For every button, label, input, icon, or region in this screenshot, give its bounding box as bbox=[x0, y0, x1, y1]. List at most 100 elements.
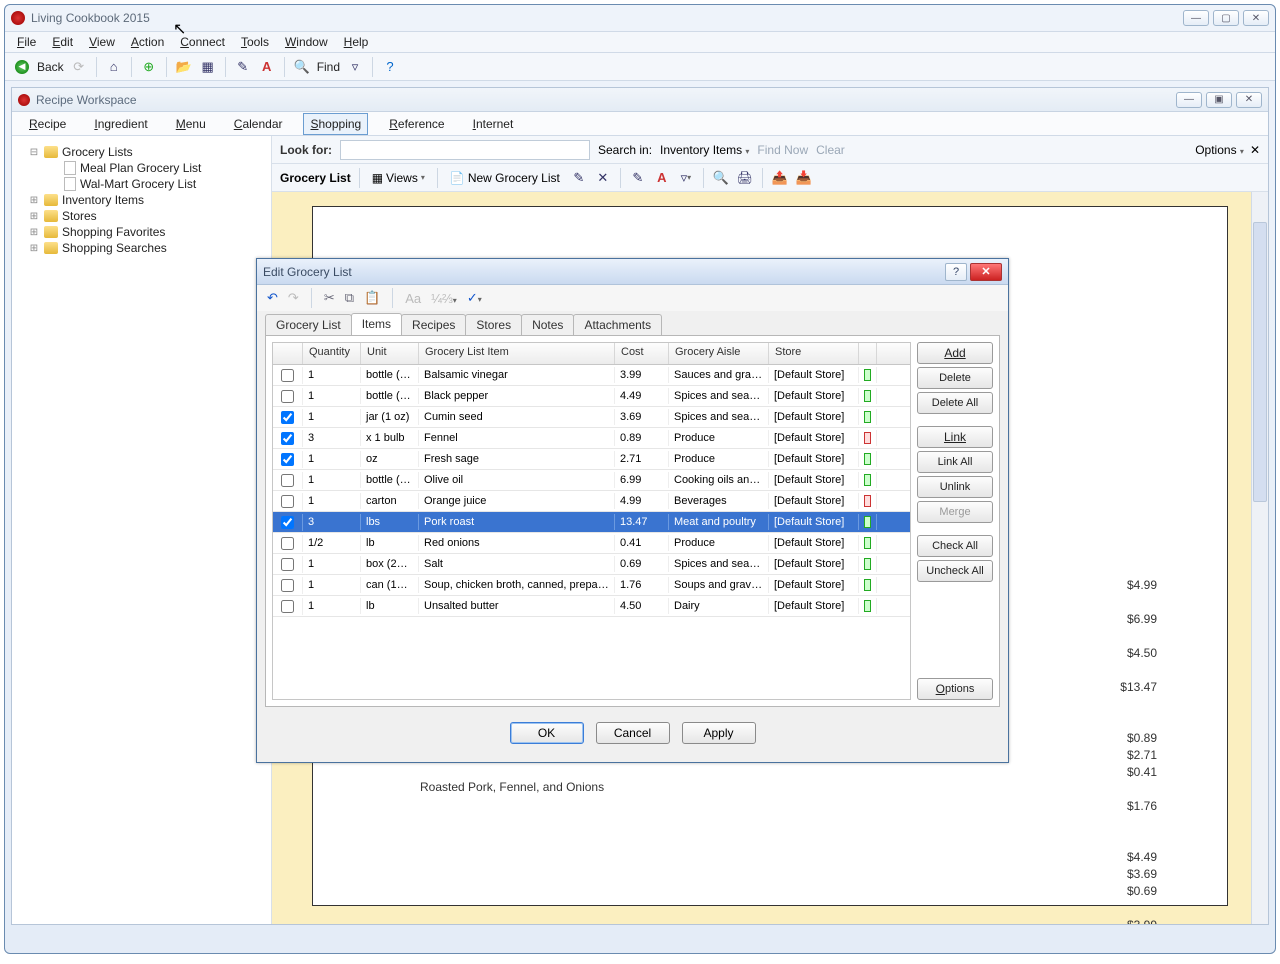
row-checkbox[interactable] bbox=[281, 537, 294, 550]
tab-stores[interactable]: Stores bbox=[465, 314, 522, 335]
ws-close-button[interactable]: ✕ bbox=[1236, 92, 1262, 108]
ws-minimize-button[interactable]: — bbox=[1176, 92, 1202, 108]
tree-item-inventory[interactable]: ⊞Inventory Items bbox=[16, 192, 267, 208]
open-icon[interactable]: 📂 bbox=[175, 58, 193, 76]
options-button[interactable]: Options bbox=[917, 678, 993, 700]
col-store[interactable]: Store bbox=[769, 343, 859, 364]
redo-icon[interactable]: ↷ bbox=[288, 290, 299, 306]
tab-grocery-list[interactable]: Grocery List bbox=[265, 314, 352, 335]
cut-icon[interactable]: ✂ bbox=[324, 290, 335, 306]
row-checkbox[interactable] bbox=[281, 579, 294, 592]
ws-menu-calendar[interactable]: Calendar bbox=[227, 113, 290, 135]
link-button[interactable]: Link bbox=[917, 426, 993, 448]
tree-item-searches[interactable]: ⊞Shopping Searches bbox=[16, 240, 267, 256]
delete-button[interactable]: Delete bbox=[917, 367, 993, 389]
tree-item-meal-plan[interactable]: Meal Plan Grocery List bbox=[16, 160, 267, 176]
help-icon[interactable]: ? bbox=[381, 58, 399, 76]
tree-item-favorites[interactable]: ⊞Shopping Favorites bbox=[16, 224, 267, 240]
tab-attachments[interactable]: Attachments bbox=[573, 314, 662, 335]
print-icon[interactable]: 🖨 bbox=[736, 169, 754, 187]
menu-help[interactable]: Help bbox=[344, 35, 369, 49]
case-icon[interactable]: Aa bbox=[405, 291, 421, 306]
delete-all-button[interactable]: Delete All bbox=[917, 392, 993, 414]
spellcheck-icon[interactable]: ✓▾ bbox=[467, 290, 482, 306]
font-icon-2[interactable]: A bbox=[653, 169, 671, 187]
home-icon[interactable]: ⌂ bbox=[105, 58, 123, 76]
maximize-button[interactable]: ▢ bbox=[1213, 10, 1239, 26]
binoculars-icon[interactable]: 🔍 bbox=[293, 58, 311, 76]
preview-icon[interactable]: 🔍 bbox=[712, 169, 730, 187]
link-all-button[interactable]: Link All bbox=[917, 451, 993, 473]
search-input[interactable] bbox=[340, 140, 590, 160]
tab-items[interactable]: Items bbox=[351, 313, 402, 335]
menu-connect[interactable]: Connect bbox=[180, 35, 225, 49]
check-all-button[interactable]: Check All bbox=[917, 535, 993, 557]
apply-button[interactable]: Apply bbox=[682, 722, 756, 744]
col-aisle[interactable]: Grocery Aisle bbox=[669, 343, 769, 364]
tab-notes[interactable]: Notes bbox=[521, 314, 574, 335]
font-icon[interactable]: A bbox=[258, 58, 276, 76]
paste-icon[interactable]: 📋 bbox=[364, 290, 380, 306]
fraction-icon[interactable]: ¼⅔▾ bbox=[431, 291, 457, 306]
menu-view[interactable]: View bbox=[89, 35, 115, 49]
back-label[interactable]: Back bbox=[37, 60, 64, 74]
edit-icon[interactable]: ✎ bbox=[234, 58, 252, 76]
table-row[interactable]: 1bottle (8....Balsamic vinegar3.99Sauces… bbox=[273, 365, 910, 386]
back-icon[interactable]: ◀ bbox=[13, 58, 31, 76]
table-row[interactable]: 3lbsPork roast13.47Meat and poultry[Defa… bbox=[273, 512, 910, 533]
filter-dropdown-icon[interactable]: ▿▾ bbox=[677, 169, 695, 187]
row-checkbox[interactable] bbox=[281, 600, 294, 613]
grid-icon[interactable]: ▦ bbox=[199, 58, 217, 76]
ws-menu-internet[interactable]: Internet bbox=[466, 113, 521, 135]
table-row[interactable]: 1/2lbRed onions0.41Produce[Default Store… bbox=[273, 533, 910, 554]
table-row[interactable]: 1ozFresh sage2.71Produce[Default Store] bbox=[273, 449, 910, 470]
undo-icon[interactable]: ↶ bbox=[267, 290, 278, 306]
clear-button[interactable]: Clear bbox=[816, 143, 845, 157]
menu-action[interactable]: Action bbox=[131, 35, 164, 49]
table-row[interactable]: 1lbUnsalted butter4.50Dairy[Default Stor… bbox=[273, 596, 910, 617]
tree-item-walmart[interactable]: Wal-Mart Grocery List bbox=[16, 176, 267, 192]
table-row[interactable]: 1bottle (1...Olive oil6.99Cooking oils a… bbox=[273, 470, 910, 491]
row-checkbox[interactable] bbox=[281, 432, 294, 445]
col-quantity[interactable]: Quantity bbox=[303, 343, 361, 364]
tree-item-stores[interactable]: ⊞Stores bbox=[16, 208, 267, 224]
filter-icon[interactable]: ▿ bbox=[346, 58, 364, 76]
ws-menu-ingredient[interactable]: Ingredient bbox=[87, 113, 154, 135]
row-checkbox[interactable] bbox=[281, 453, 294, 466]
close-search-icon[interactable]: ✕ bbox=[1250, 143, 1260, 157]
row-checkbox[interactable] bbox=[281, 390, 294, 403]
cancel-button[interactable]: Cancel bbox=[596, 722, 670, 744]
row-checkbox[interactable] bbox=[281, 558, 294, 571]
workspace-menubar[interactable]: RecipeIngredientMenuCalendarShoppingRefe… bbox=[12, 112, 1268, 136]
minimize-button[interactable]: — bbox=[1183, 10, 1209, 26]
uncheck-all-button[interactable]: Uncheck All bbox=[917, 560, 993, 582]
dialog-close-button[interactable]: ✕ bbox=[970, 263, 1002, 281]
table-row[interactable]: 1bottle (4 ...Black pepper4.49Spices and… bbox=[273, 386, 910, 407]
edit-item-icon[interactable]: ✎ bbox=[629, 169, 647, 187]
scroll-thumb[interactable] bbox=[1253, 222, 1267, 502]
col-item[interactable]: Grocery List Item bbox=[419, 343, 615, 364]
menu-file[interactable]: File bbox=[17, 35, 36, 49]
col-unit[interactable]: Unit bbox=[361, 343, 419, 364]
row-checkbox[interactable] bbox=[281, 411, 294, 424]
copy-icon[interactable]: ⧉ bbox=[345, 290, 354, 306]
table-row[interactable]: 1cartonOrange juice4.99Beverages[Default… bbox=[273, 491, 910, 512]
ws-menu-menu[interactable]: Menu bbox=[169, 113, 213, 135]
dialog-tabs[interactable]: Grocery ListItemsRecipesStoresNotesAttac… bbox=[257, 311, 1008, 335]
main-menubar[interactable]: FileEditViewActionConnectToolsWindowHelp bbox=[5, 31, 1275, 53]
row-checkbox[interactable] bbox=[281, 495, 294, 508]
table-row[interactable]: 1box (26 ...Salt0.69Spices and seas...[D… bbox=[273, 554, 910, 575]
ws-restore-button[interactable]: ▣ bbox=[1206, 92, 1232, 108]
close-button[interactable]: ✕ bbox=[1243, 10, 1269, 26]
forward-icon[interactable]: ⟳ bbox=[70, 58, 88, 76]
row-checkbox[interactable] bbox=[281, 369, 294, 382]
import-icon[interactable]: 📥 bbox=[795, 169, 813, 187]
table-row[interactable]: 3x 1 bulbFennel0.89Produce[Default Store… bbox=[273, 428, 910, 449]
table-row[interactable]: 1jar (1 oz)Cumin seed3.69Spices and seas… bbox=[273, 407, 910, 428]
items-grid[interactable]: Quantity Unit Grocery List Item Cost Gro… bbox=[272, 342, 911, 700]
find-now-button[interactable]: Find Now bbox=[757, 143, 808, 157]
views-dropdown[interactable]: ▦ Views ▾ bbox=[368, 169, 429, 187]
table-row[interactable]: 1can (13....Soup, chicken broth, canned,… bbox=[273, 575, 910, 596]
tab-recipes[interactable]: Recipes bbox=[401, 314, 466, 335]
new-grocery-list-button[interactable]: 📄 New Grocery List bbox=[446, 169, 564, 187]
